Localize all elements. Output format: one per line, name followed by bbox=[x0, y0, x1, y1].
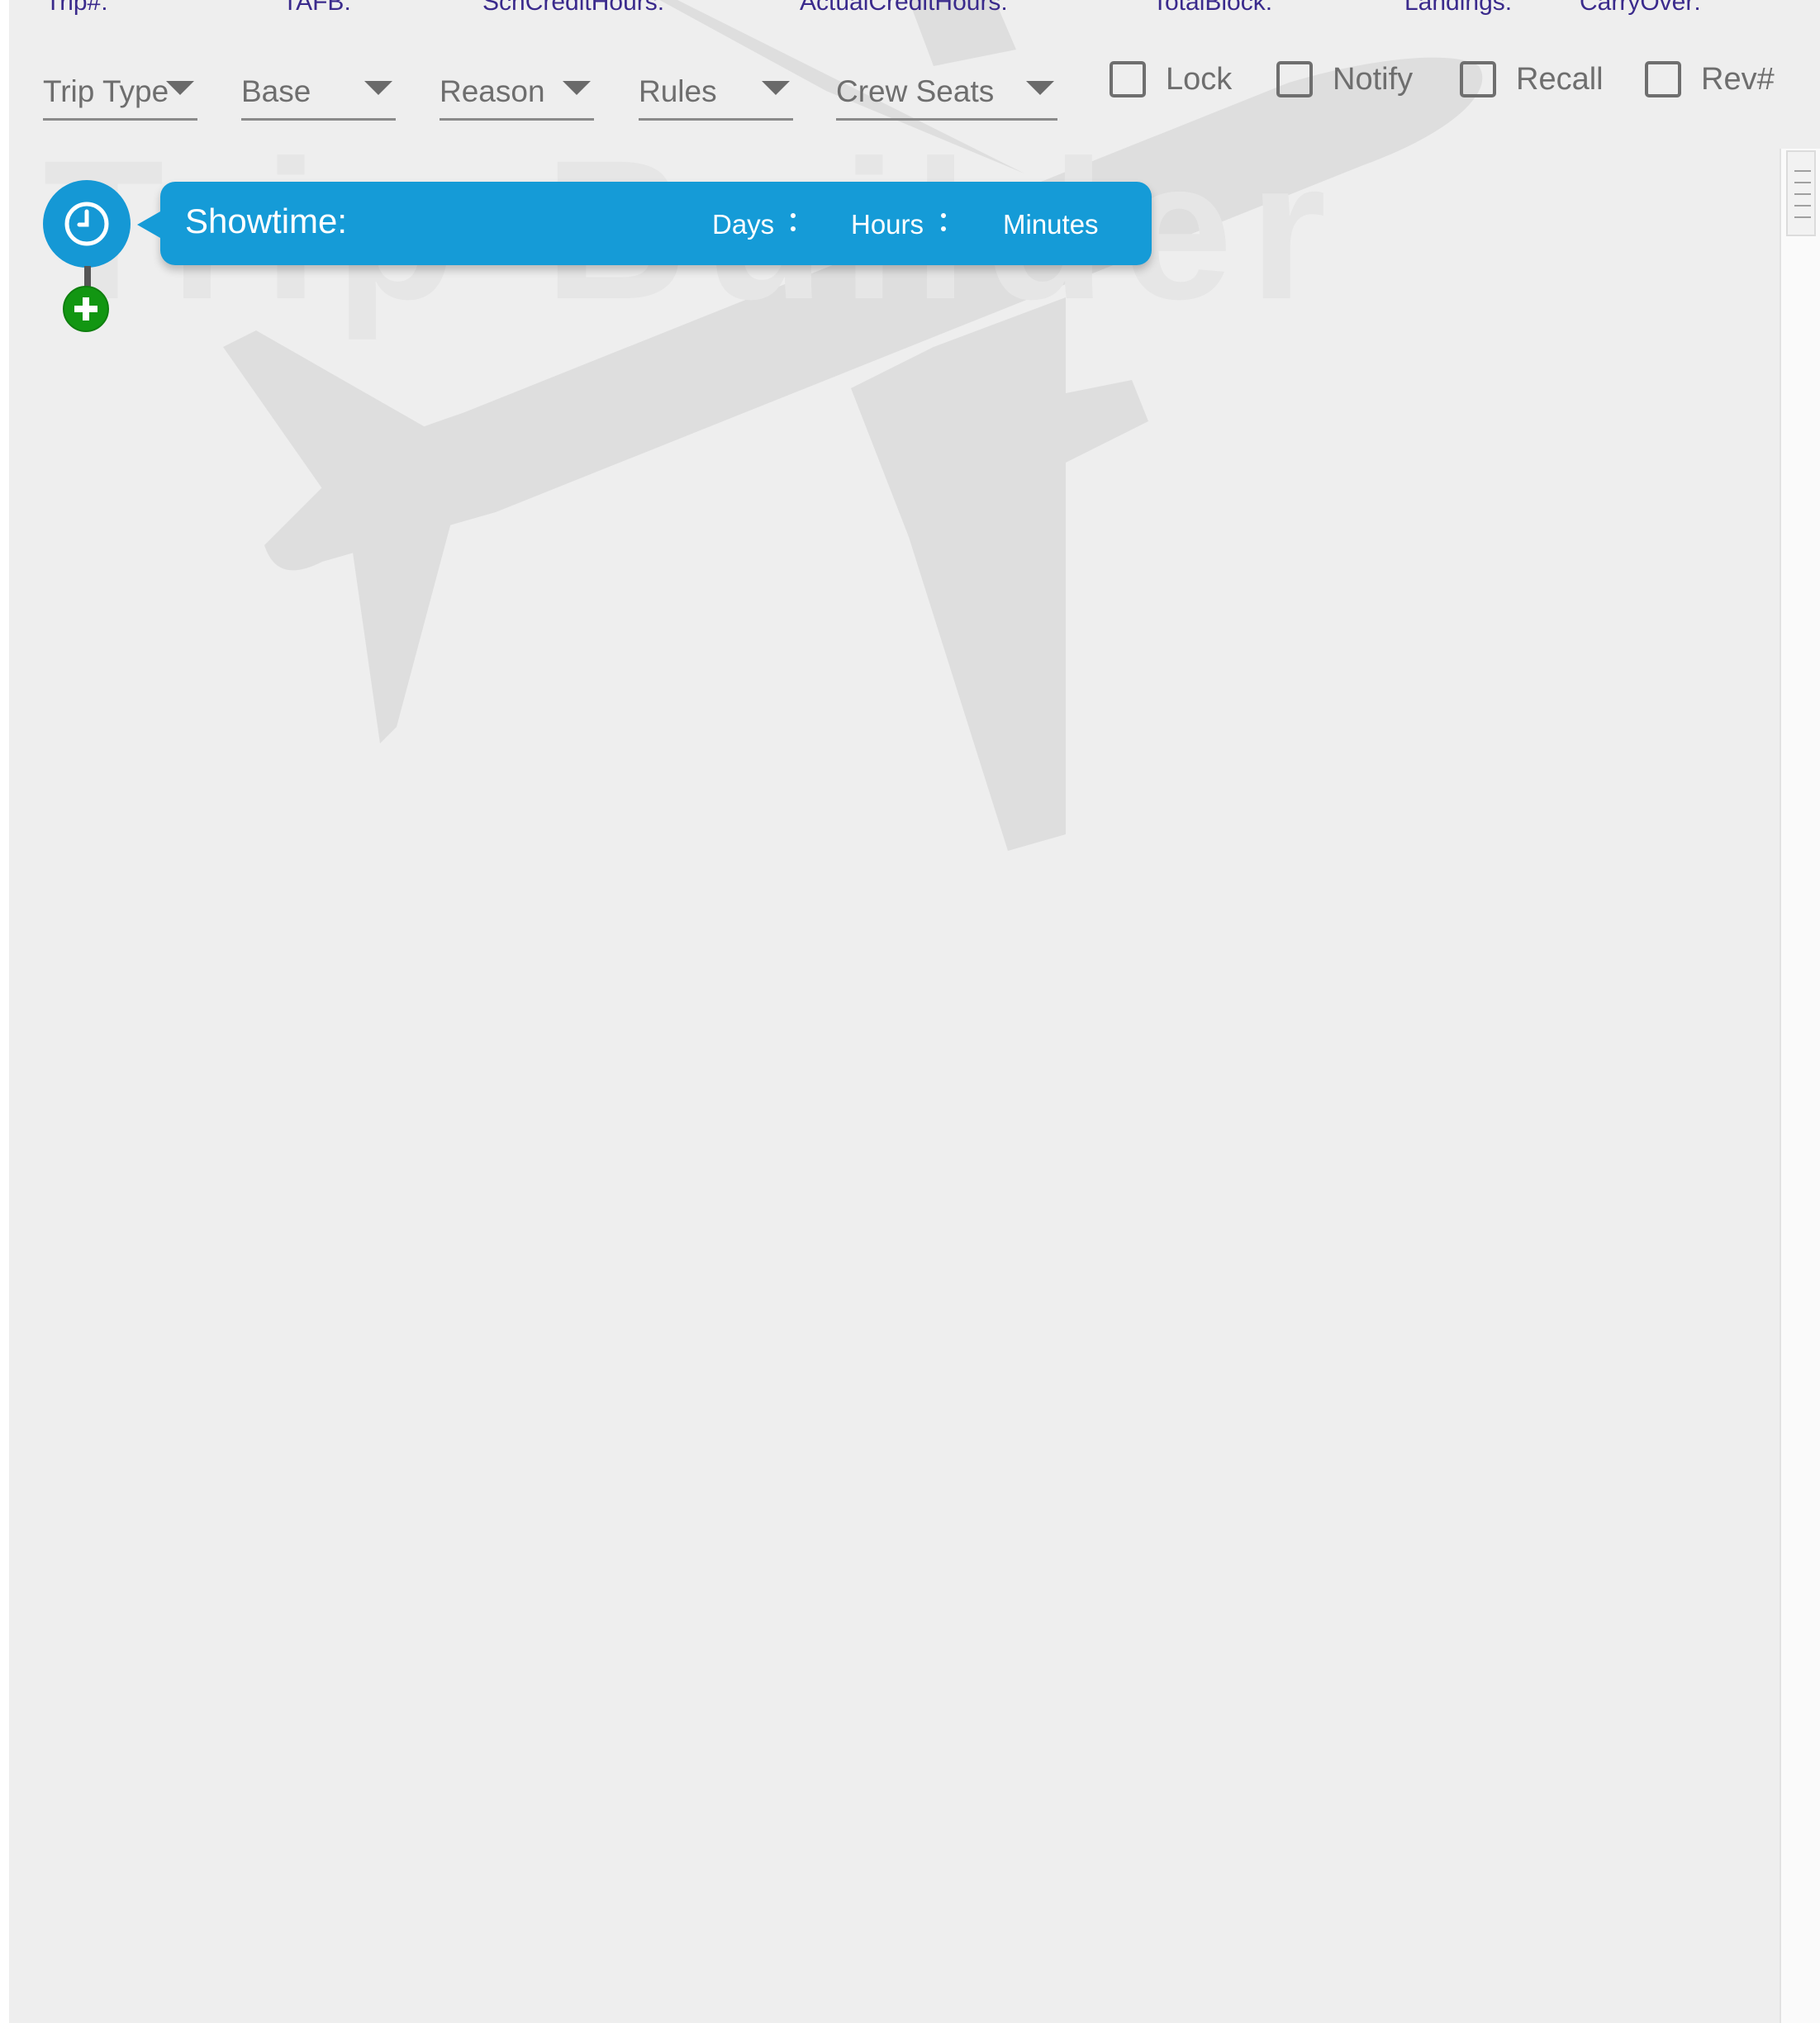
trip-type-dropdown[interactable]: Trip Type bbox=[43, 69, 197, 121]
vertical-scrollbar[interactable] bbox=[1780, 149, 1820, 2023]
rules-label: Rules bbox=[639, 74, 717, 108]
recall-checkbox[interactable]: Recall bbox=[1460, 59, 1625, 106]
showtime-days[interactable]: Days bbox=[712, 209, 774, 240]
showtime-panel: Showtime: Days Hours Minutes bbox=[137, 182, 1152, 265]
clock-icon bbox=[64, 202, 109, 246]
notify-checkbox[interactable]: Notify bbox=[1276, 59, 1442, 106]
rev-number-label: Rev# bbox=[1701, 62, 1775, 97]
recall-label: Recall bbox=[1516, 62, 1604, 97]
chevron-down-icon bbox=[364, 81, 392, 95]
base-dropdown[interactable]: Base bbox=[241, 69, 396, 121]
chevron-down-icon bbox=[1026, 81, 1054, 95]
showtime-minutes[interactable]: Minutes bbox=[1003, 209, 1099, 240]
trip-type-label: Trip Type bbox=[43, 74, 169, 108]
colon-separator bbox=[940, 210, 947, 235]
chevron-down-icon bbox=[762, 81, 790, 95]
scrollbar-thumb[interactable] bbox=[1786, 150, 1816, 236]
reason-dropdown[interactable]: Reason bbox=[440, 69, 594, 121]
lock-checkbox[interactable]: Lock bbox=[1110, 59, 1250, 106]
filter-bar: Trip Type Base Reason Rules Crew Seats L… bbox=[0, 0, 1820, 140]
add-leg-button[interactable] bbox=[63, 286, 109, 332]
rev-number-checkbox[interactable]: Rev# bbox=[1645, 59, 1785, 106]
showtime-pointer bbox=[137, 211, 160, 238]
base-label: Base bbox=[241, 74, 311, 108]
chevron-down-icon bbox=[563, 81, 591, 95]
showtime-title: Showtime: bbox=[185, 202, 348, 240]
lock-checkbox-box[interactable] bbox=[1110, 61, 1146, 97]
chevron-down-icon bbox=[166, 81, 194, 95]
crew-seats-label: Crew Seats bbox=[836, 74, 995, 108]
plus-icon bbox=[74, 297, 97, 321]
reason-label: Reason bbox=[440, 74, 545, 108]
notify-checkbox-box[interactable] bbox=[1276, 61, 1313, 97]
crew-seats-dropdown[interactable]: Crew Seats bbox=[836, 69, 1057, 121]
colon-separator bbox=[790, 210, 796, 235]
showtime-node[interactable] bbox=[43, 180, 131, 268]
rules-dropdown[interactable]: Rules bbox=[639, 69, 793, 121]
lock-label: Lock bbox=[1166, 62, 1233, 97]
notify-label: Notify bbox=[1333, 62, 1414, 97]
recall-checkbox-box[interactable] bbox=[1460, 61, 1496, 97]
showtime-hours[interactable]: Hours bbox=[851, 209, 924, 240]
left-frame-edge bbox=[0, 0, 9, 2023]
rev-number-checkbox-box[interactable] bbox=[1645, 61, 1681, 97]
